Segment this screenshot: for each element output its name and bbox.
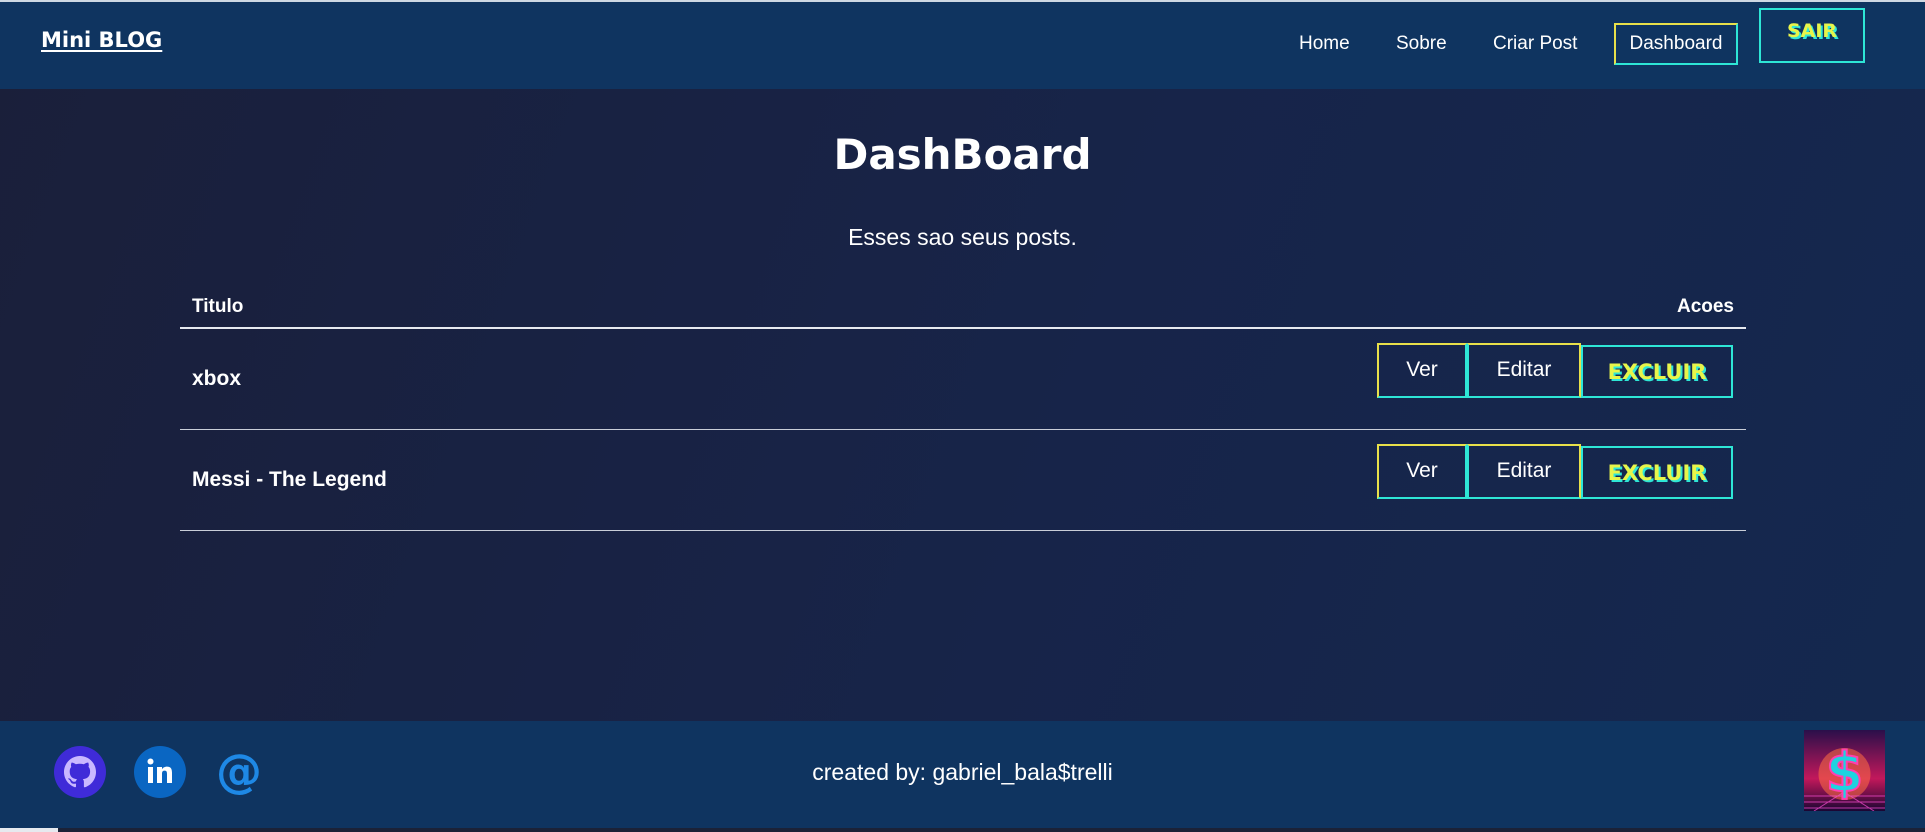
nav-link-home[interactable]: Home (1299, 33, 1350, 55)
view-button[interactable]: Ver (1377, 342, 1467, 398)
edit-button[interactable]: Editar (1467, 342, 1581, 398)
page: Mini BLOG Home Sobre Criar Post Dashboar… (0, 0, 1925, 832)
delete-button[interactable]: EXCLUIR (1581, 345, 1733, 398)
view-button[interactable]: Ver (1377, 443, 1467, 499)
delete-button[interactable]: EXCLUIR (1581, 446, 1733, 499)
nav-link-criar-post[interactable]: Criar Post (1493, 33, 1577, 55)
row-actions: Ver Editar EXCLUIR (1377, 443, 1733, 499)
bottom-strip (0, 828, 1925, 832)
row-actions: Ver Editar EXCLUIR (1377, 342, 1733, 398)
table-header: Titulo Acoes (180, 284, 1746, 329)
nav-link-dashboard[interactable]: Dashboard (1614, 23, 1738, 65)
post-title: Messi - The Legend (192, 468, 387, 491)
nav-link-sobre[interactable]: Sobre (1396, 33, 1447, 55)
posts-table: Titulo Acoes xbox Ver Editar EXCLUIR Mes… (180, 284, 1746, 531)
header-title: Titulo (192, 296, 244, 317)
neon-dollar-logo: $ (1804, 730, 1885, 811)
page-title: DashBoard (833, 130, 1092, 179)
header-actions: Acoes (1676, 296, 1734, 317)
footer-credit: created by: gabriel_bala$trelli (812, 759, 1113, 785)
brand-link[interactable]: Mini BLOG (41, 28, 162, 52)
table-row: Messi - The Legend Ver Editar EXCLUIR (180, 430, 1746, 531)
footer: @ created by: gabriel_bala$trelli $ (0, 721, 1925, 828)
svg-text:$: $ (1826, 741, 1864, 804)
table-row: xbox Ver Editar EXCLUIR (180, 329, 1746, 430)
navbar: Mini BLOG Home Sobre Criar Post Dashboar… (0, 0, 1925, 89)
page-subtitle: Esses sao seus posts. (848, 224, 1077, 250)
post-title: xbox (192, 367, 242, 390)
edit-button[interactable]: Editar (1467, 443, 1581, 499)
scrollbar-thumb[interactable] (0, 828, 58, 832)
logout-button[interactable]: SAIR (1759, 8, 1865, 63)
